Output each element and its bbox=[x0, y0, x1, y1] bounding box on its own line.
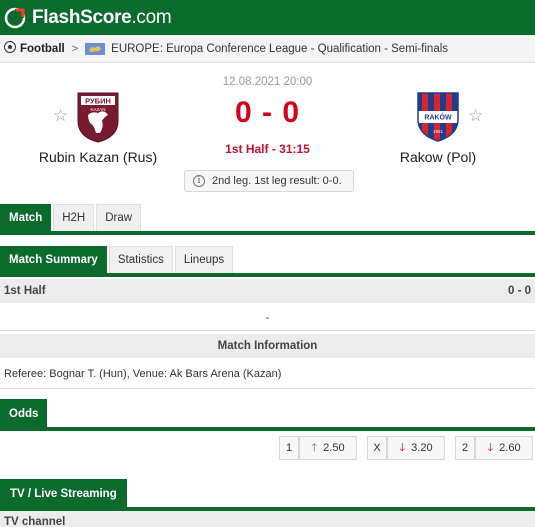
sub-tabs: Match Summary Statistics Lineups bbox=[0, 246, 535, 273]
odd-draw-value: 3.20 bbox=[411, 442, 433, 454]
tab-lineups[interactable]: Lineups bbox=[174, 246, 234, 273]
odd-draw-button[interactable]: 🡓 3.20 bbox=[387, 436, 445, 460]
tab-h2h[interactable]: H2H bbox=[53, 204, 95, 231]
leg-info-text: 2nd leg. 1st leg result: 0-0. bbox=[212, 175, 342, 187]
no-events-placeholder: - bbox=[265, 312, 270, 324]
info-icon: i bbox=[193, 175, 205, 187]
period-score: 0 - 0 bbox=[507, 285, 531, 297]
main-tabs: Match H2H Draw bbox=[0, 204, 535, 231]
divider bbox=[0, 388, 535, 389]
tab-match[interactable]: Match bbox=[0, 204, 52, 231]
flashscore-logo-icon[interactable] bbox=[4, 7, 26, 29]
match-date: 12.08.2021 20:00 bbox=[222, 76, 313, 88]
odd-home-button[interactable]: 🡑 2.50 bbox=[299, 436, 357, 460]
odds-tabs: Odds bbox=[0, 399, 535, 427]
period-header: 1st Half 0 - 0 bbox=[0, 279, 535, 303]
tab-odds[interactable]: Odds bbox=[0, 399, 48, 427]
top-bar: FlashScore.com bbox=[0, 0, 535, 35]
odds-underline bbox=[0, 427, 535, 431]
match-score: 0 - 0 bbox=[234, 96, 301, 129]
odds-row: 1 🡑 2.50 X 🡓 3.20 2 🡓 2.60 bbox=[279, 436, 533, 460]
arrow-down-icon: 🡓 bbox=[487, 441, 494, 454]
arrow-up-icon: 🡑 bbox=[311, 441, 318, 454]
tv-channel-label: TV channel bbox=[4, 516, 66, 527]
europe-flag-icon bbox=[85, 42, 106, 55]
arrow-down-icon: 🡓 bbox=[399, 441, 406, 454]
odd-away-value: 2.60 bbox=[499, 442, 521, 454]
tab-match-summary[interactable]: Match Summary bbox=[0, 246, 107, 273]
breadcrumb-separator: > bbox=[71, 42, 79, 55]
flashscore-logo-text[interactable]: FlashScore.com bbox=[32, 7, 172, 29]
tab-statistics[interactable]: Statistics bbox=[108, 246, 173, 273]
odd-home-value: 2.50 bbox=[323, 442, 345, 454]
match-information-title: Match Information bbox=[217, 340, 318, 352]
divider bbox=[0, 330, 535, 331]
odd-draw-label: X bbox=[367, 436, 387, 460]
match-information-header: Match Information bbox=[0, 334, 535, 358]
odd-away-button[interactable]: 🡓 2.60 bbox=[475, 436, 533, 460]
tv-channel-header: TV channel bbox=[0, 511, 535, 527]
tv-tabs: TV / Live Streaming bbox=[0, 479, 535, 507]
sub-tabs-underline bbox=[0, 273, 535, 277]
odd-home-label: 1 bbox=[279, 436, 299, 460]
breadcrumb: Football > EUROPE: Europa Conference Lea… bbox=[0, 35, 535, 63]
match-information-details: Referee: Bognar T. (Hun), Venue: Ak Bars… bbox=[4, 368, 282, 380]
main-tabs-underline bbox=[0, 231, 535, 235]
football-icon bbox=[4, 41, 16, 56]
tab-tv-live-streaming[interactable]: TV / Live Streaming bbox=[0, 479, 127, 507]
match-status: 1st Half - 31:15 bbox=[225, 142, 310, 156]
breadcrumb-competition-link[interactable]: EUROPE: Europa Conference League - Quali… bbox=[111, 43, 448, 55]
breadcrumb-sport-link[interactable]: Football bbox=[20, 43, 65, 55]
tab-draw[interactable]: Draw bbox=[96, 204, 142, 231]
leg-info-box: i 2nd leg. 1st leg result: 0-0. bbox=[184, 170, 354, 192]
odd-away-label: 2 bbox=[455, 436, 475, 460]
period-label: 1st Half bbox=[4, 285, 46, 297]
